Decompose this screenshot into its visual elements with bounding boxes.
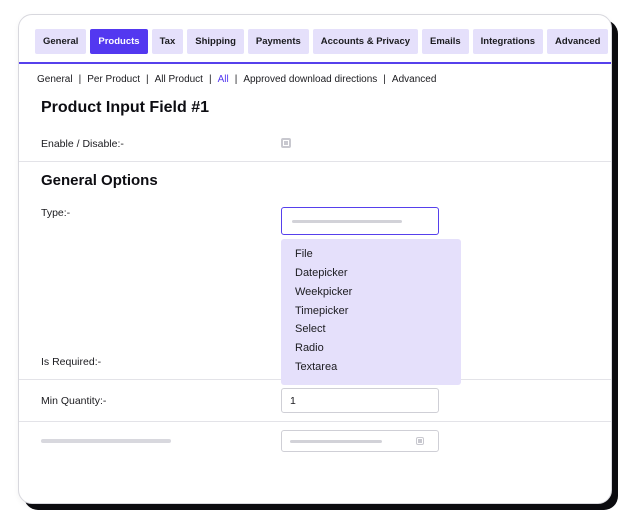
placeholder-select[interactable]	[281, 430, 439, 452]
row-min-quantity: Min Quantity:-	[19, 380, 611, 422]
type-option-datepicker[interactable]: Datepicker	[295, 266, 447, 281]
subtab-all-product[interactable]: All Product	[155, 74, 203, 85]
label-is-required: Is Required:-	[41, 356, 281, 368]
heading-general-options: General Options	[19, 162, 611, 197]
control-min-quantity	[281, 388, 589, 413]
min-quantity-input[interactable]	[281, 388, 439, 413]
placeholder-line-icon	[292, 220, 402, 223]
subtab-general[interactable]: General	[37, 74, 73, 85]
type-dropdown: File Datepicker Weekpicker Timepicker Se…	[281, 239, 461, 385]
tab-advanced[interactable]: Advanced	[547, 29, 608, 54]
separator-icon: |	[209, 74, 212, 85]
type-option-weekpicker[interactable]: Weekpicker	[295, 285, 447, 300]
type-option-radio[interactable]: Radio	[295, 341, 447, 356]
tab-payments[interactable]: Payments	[248, 29, 309, 54]
placeholder-box-icon	[416, 437, 424, 445]
tab-tax[interactable]: Tax	[152, 29, 184, 54]
subtab-all[interactable]: All	[218, 74, 229, 85]
separator-icon: |	[146, 74, 149, 85]
type-option-select[interactable]: Select	[295, 322, 447, 337]
label-enable-disable: Enable / Disable:-	[41, 138, 281, 150]
tab-general[interactable]: General	[35, 29, 86, 54]
row-enable-disable: Enable / Disable:-	[19, 127, 611, 162]
tab-integrations[interactable]: Integrations	[473, 29, 543, 54]
tab-emails[interactable]: Emails	[422, 29, 469, 54]
type-option-timepicker[interactable]: Timepicker	[295, 304, 447, 319]
separator-icon: |	[79, 74, 82, 85]
tab-products[interactable]: Products	[90, 29, 147, 54]
subtab-per-product[interactable]: Per Product	[87, 74, 140, 85]
control-enable-disable	[281, 135, 589, 153]
label-type: Type:-	[41, 207, 281, 219]
label-placeholder	[41, 439, 281, 443]
placeholder-label-icon	[41, 439, 171, 443]
type-option-textarea[interactable]: Textarea	[295, 360, 447, 375]
row-placeholder	[19, 422, 611, 460]
label-min-quantity: Min Quantity:-	[41, 395, 281, 407]
placeholder-line-icon	[290, 440, 382, 443]
subtab-approved-download-directions[interactable]: Approved download directions	[243, 74, 377, 85]
control-placeholder	[281, 430, 589, 452]
primary-tabs: General Products Tax Shipping Payments A…	[19, 15, 611, 64]
tab-accounts-privacy[interactable]: Accounts & Privacy	[313, 29, 418, 54]
separator-icon: |	[383, 74, 386, 85]
type-option-file[interactable]: File	[295, 247, 447, 262]
type-select[interactable]	[281, 207, 439, 235]
row-type: Type:- File Datepicker Weekpicker Timepi…	[19, 197, 611, 345]
control-type: File Datepicker Weekpicker Timepicker Se…	[281, 207, 589, 235]
tab-shipping[interactable]: Shipping	[187, 29, 244, 54]
heading-product-input-field: Product Input Field #1	[19, 91, 611, 127]
secondary-tabs: General | Per Product | All Product | Al…	[19, 64, 611, 91]
settings-card: General Products Tax Shipping Payments A…	[18, 14, 612, 504]
checkbox-enable-disable[interactable]	[281, 138, 291, 148]
separator-icon: |	[235, 74, 238, 85]
subtab-advanced[interactable]: Advanced	[392, 74, 436, 85]
